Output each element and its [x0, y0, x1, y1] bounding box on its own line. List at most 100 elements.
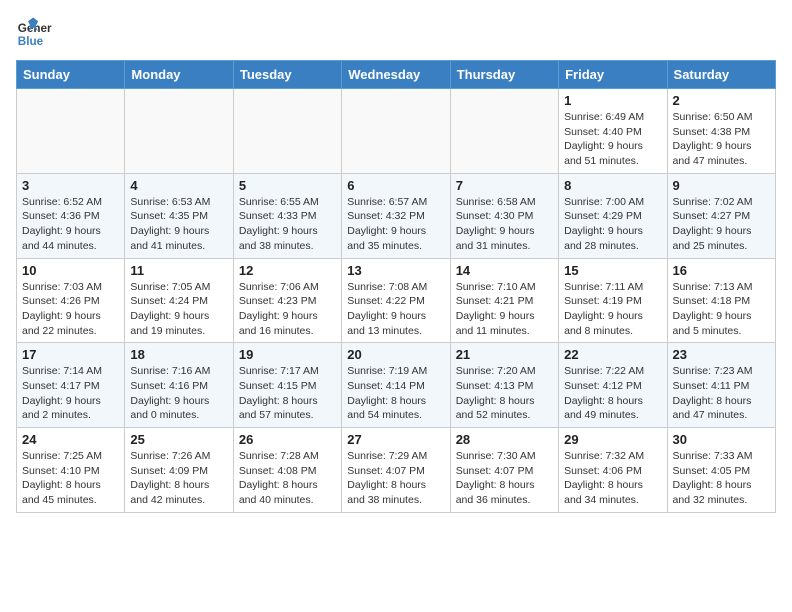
- calendar-cell: 24Sunrise: 7:25 AM Sunset: 4:10 PM Dayli…: [17, 428, 125, 513]
- calendar-cell: 14 Sunrise: 7:10 AM Sunset: 4:21 PM Dayli…: [450, 258, 558, 343]
- day-detail: Sunrise: 7:25 AM Sunset: 4:10 PM Dayligh…: [22, 449, 119, 508]
- weekday-header-cell: Thursday: [450, 61, 558, 89]
- day-detail: Sunrise: 6:57 AM Sunset: 4:32 PM Dayligh…: [347, 195, 444, 254]
- day-number: 22: [564, 347, 661, 362]
- weekday-header-cell: Wednesday: [342, 61, 450, 89]
- day-detail: Sunrise: 6:49 AM Sunset: 4:40 PM Dayligh…: [564, 110, 661, 169]
- day-number: 4: [130, 178, 227, 193]
- calendar-cell: [125, 89, 233, 174]
- calendar-cell: 16Sunrise: 7:13 AM Sunset: 4:18 PM Dayli…: [667, 258, 775, 343]
- day-number: 2: [673, 93, 770, 108]
- day-number: 12: [239, 263, 336, 278]
- weekday-header-cell: Friday: [559, 61, 667, 89]
- weekday-header-cell: Saturday: [667, 61, 775, 89]
- calendar-cell: 23Sunrise: 7:23 AM Sunset: 4:11 PM Dayli…: [667, 343, 775, 428]
- calendar-cell: 30Sunrise: 7:33 AM Sunset: 4:05 PM Dayli…: [667, 428, 775, 513]
- day-number: 15: [564, 263, 661, 278]
- day-detail: Sunrise: 7:02 AM Sunset: 4:27 PM Dayligh…: [673, 195, 770, 254]
- day-detail: Sunrise: 7:26 AM Sunset: 4:09 PM Dayligh…: [130, 449, 227, 508]
- calendar-cell: [342, 89, 450, 174]
- calendar-cell: 15 Sunrise: 7:11 AM Sunset: 4:19 PM Dayli…: [559, 258, 667, 343]
- calendar-cell: 7 Sunrise: 6:58 AM Sunset: 4:30 PM Daylig…: [450, 173, 558, 258]
- day-number: 5: [239, 178, 336, 193]
- weekday-header-cell: Monday: [125, 61, 233, 89]
- day-number: 27: [347, 432, 444, 447]
- day-number: 10: [22, 263, 119, 278]
- day-detail: Sunrise: 7:14 AM Sunset: 4:17 PM Dayligh…: [22, 364, 119, 423]
- day-number: 6: [347, 178, 444, 193]
- day-number: 13: [347, 263, 444, 278]
- day-detail: Sunrise: 6:58 AM Sunset: 4:30 PM Dayligh…: [456, 195, 553, 254]
- calendar-cell: 8 Sunrise: 7:00 AM Sunset: 4:29 PM Daylig…: [559, 173, 667, 258]
- weekday-header-cell: Tuesday: [233, 61, 341, 89]
- day-number: 9: [673, 178, 770, 193]
- svg-text:Blue: Blue: [18, 35, 44, 48]
- calendar-cell: 28 Sunrise: 7:30 AM Sunset: 4:07 PM Dayli…: [450, 428, 558, 513]
- day-detail: Sunrise: 7:06 AM Sunset: 4:23 PM Dayligh…: [239, 280, 336, 339]
- day-number: 8: [564, 178, 661, 193]
- calendar-cell: 10 Sunrise: 7:03 AM Sunset: 4:26 PM Dayli…: [17, 258, 125, 343]
- calendar-cell: 11 Sunrise: 7:05 AM Sunset: 4:24 PM Dayli…: [125, 258, 233, 343]
- calendar-cell: 22 Sunrise: 7:22 AM Sunset: 4:12 PM Dayli…: [559, 343, 667, 428]
- calendar-cell: 3Sunrise: 6:52 AM Sunset: 4:36 PM Daylig…: [17, 173, 125, 258]
- day-number: 18: [130, 347, 227, 362]
- day-number: 28: [456, 432, 553, 447]
- day-detail: Sunrise: 6:53 AM Sunset: 4:35 PM Dayligh…: [130, 195, 227, 254]
- day-detail: Sunrise: 7:05 AM Sunset: 4:24 PM Dayligh…: [130, 280, 227, 339]
- calendar-cell: 20Sunrise: 7:19 AM Sunset: 4:14 PM Dayli…: [342, 343, 450, 428]
- day-detail: Sunrise: 7:29 AM Sunset: 4:07 PM Dayligh…: [347, 449, 444, 508]
- day-detail: Sunrise: 7:32 AM Sunset: 4:06 PM Dayligh…: [564, 449, 661, 508]
- day-detail: Sunrise: 7:13 AM Sunset: 4:18 PM Dayligh…: [673, 280, 770, 339]
- calendar-cell: 4 Sunrise: 6:53 AM Sunset: 4:35 PM Daylig…: [125, 173, 233, 258]
- calendar-cell: 2 Sunrise: 6:50 AM Sunset: 4:38 PM Daylig…: [667, 89, 775, 174]
- day-number: 29: [564, 432, 661, 447]
- calendar-cell: 1 Sunrise: 6:49 AM Sunset: 4:40 PM Daylig…: [559, 89, 667, 174]
- day-number: 30: [673, 432, 770, 447]
- calendar-cell: 25 Sunrise: 7:26 AM Sunset: 4:09 PM Dayli…: [125, 428, 233, 513]
- calendar-cell: 29 Sunrise: 7:32 AM Sunset: 4:06 PM Dayli…: [559, 428, 667, 513]
- day-number: 14: [456, 263, 553, 278]
- day-number: 26: [239, 432, 336, 447]
- day-number: 25: [130, 432, 227, 447]
- header: General Blue: [16, 16, 776, 52]
- day-number: 7: [456, 178, 553, 193]
- calendar-cell: [233, 89, 341, 174]
- calendar-cell: [17, 89, 125, 174]
- calendar-week-row: 10 Sunrise: 7:03 AM Sunset: 4:26 PM Dayli…: [17, 258, 776, 343]
- day-detail: Sunrise: 7:10 AM Sunset: 4:21 PM Dayligh…: [456, 280, 553, 339]
- day-detail: Sunrise: 7:28 AM Sunset: 4:08 PM Dayligh…: [239, 449, 336, 508]
- day-detail: Sunrise: 6:50 AM Sunset: 4:38 PM Dayligh…: [673, 110, 770, 169]
- day-number: 19: [239, 347, 336, 362]
- calendar-cell: 6 Sunrise: 6:57 AM Sunset: 4:32 PM Daylig…: [342, 173, 450, 258]
- logo: General Blue: [16, 16, 56, 52]
- day-number: 3: [22, 178, 119, 193]
- calendar-cell: 13 Sunrise: 7:08 AM Sunset: 4:22 PM Dayli…: [342, 258, 450, 343]
- day-detail: Sunrise: 7:16 AM Sunset: 4:16 PM Dayligh…: [130, 364, 227, 423]
- calendar-week-row: 1 Sunrise: 6:49 AM Sunset: 4:40 PM Daylig…: [17, 89, 776, 174]
- calendar-week-row: 17 Sunrise: 7:14 AM Sunset: 4:17 PM Dayli…: [17, 343, 776, 428]
- day-detail: Sunrise: 6:55 AM Sunset: 4:33 PM Dayligh…: [239, 195, 336, 254]
- day-detail: Sunrise: 7:00 AM Sunset: 4:29 PM Dayligh…: [564, 195, 661, 254]
- weekday-header-cell: Sunday: [17, 61, 125, 89]
- day-number: 1: [564, 93, 661, 108]
- calendar-cell: 5 Sunrise: 6:55 AM Sunset: 4:33 PM Daylig…: [233, 173, 341, 258]
- day-number: 11: [130, 263, 227, 278]
- day-detail: Sunrise: 7:03 AM Sunset: 4:26 PM Dayligh…: [22, 280, 119, 339]
- day-detail: Sunrise: 7:08 AM Sunset: 4:22 PM Dayligh…: [347, 280, 444, 339]
- day-number: 17: [22, 347, 119, 362]
- day-detail: Sunrise: 7:20 AM Sunset: 4:13 PM Dayligh…: [456, 364, 553, 423]
- day-detail: Sunrise: 7:30 AM Sunset: 4:07 PM Dayligh…: [456, 449, 553, 508]
- calendar-cell: 17 Sunrise: 7:14 AM Sunset: 4:17 PM Dayli…: [17, 343, 125, 428]
- day-number: 23: [673, 347, 770, 362]
- calendar-cell: 21 Sunrise: 7:20 AM Sunset: 4:13 PM Dayli…: [450, 343, 558, 428]
- calendar-week-row: 24Sunrise: 7:25 AM Sunset: 4:10 PM Dayli…: [17, 428, 776, 513]
- day-detail: Sunrise: 7:22 AM Sunset: 4:12 PM Dayligh…: [564, 364, 661, 423]
- calendar-cell: [450, 89, 558, 174]
- calendar-week-row: 3Sunrise: 6:52 AM Sunset: 4:36 PM Daylig…: [17, 173, 776, 258]
- day-detail: Sunrise: 7:11 AM Sunset: 4:19 PM Dayligh…: [564, 280, 661, 339]
- calendar-cell: 9 Sunrise: 7:02 AM Sunset: 4:27 PM Daylig…: [667, 173, 775, 258]
- weekday-header-row: SundayMondayTuesdayWednesdayThursdayFrid…: [17, 61, 776, 89]
- calendar-body: 1 Sunrise: 6:49 AM Sunset: 4:40 PM Daylig…: [17, 89, 776, 513]
- calendar-cell: 19Sunrise: 7:17 AM Sunset: 4:15 PM Dayli…: [233, 343, 341, 428]
- day-number: 21: [456, 347, 553, 362]
